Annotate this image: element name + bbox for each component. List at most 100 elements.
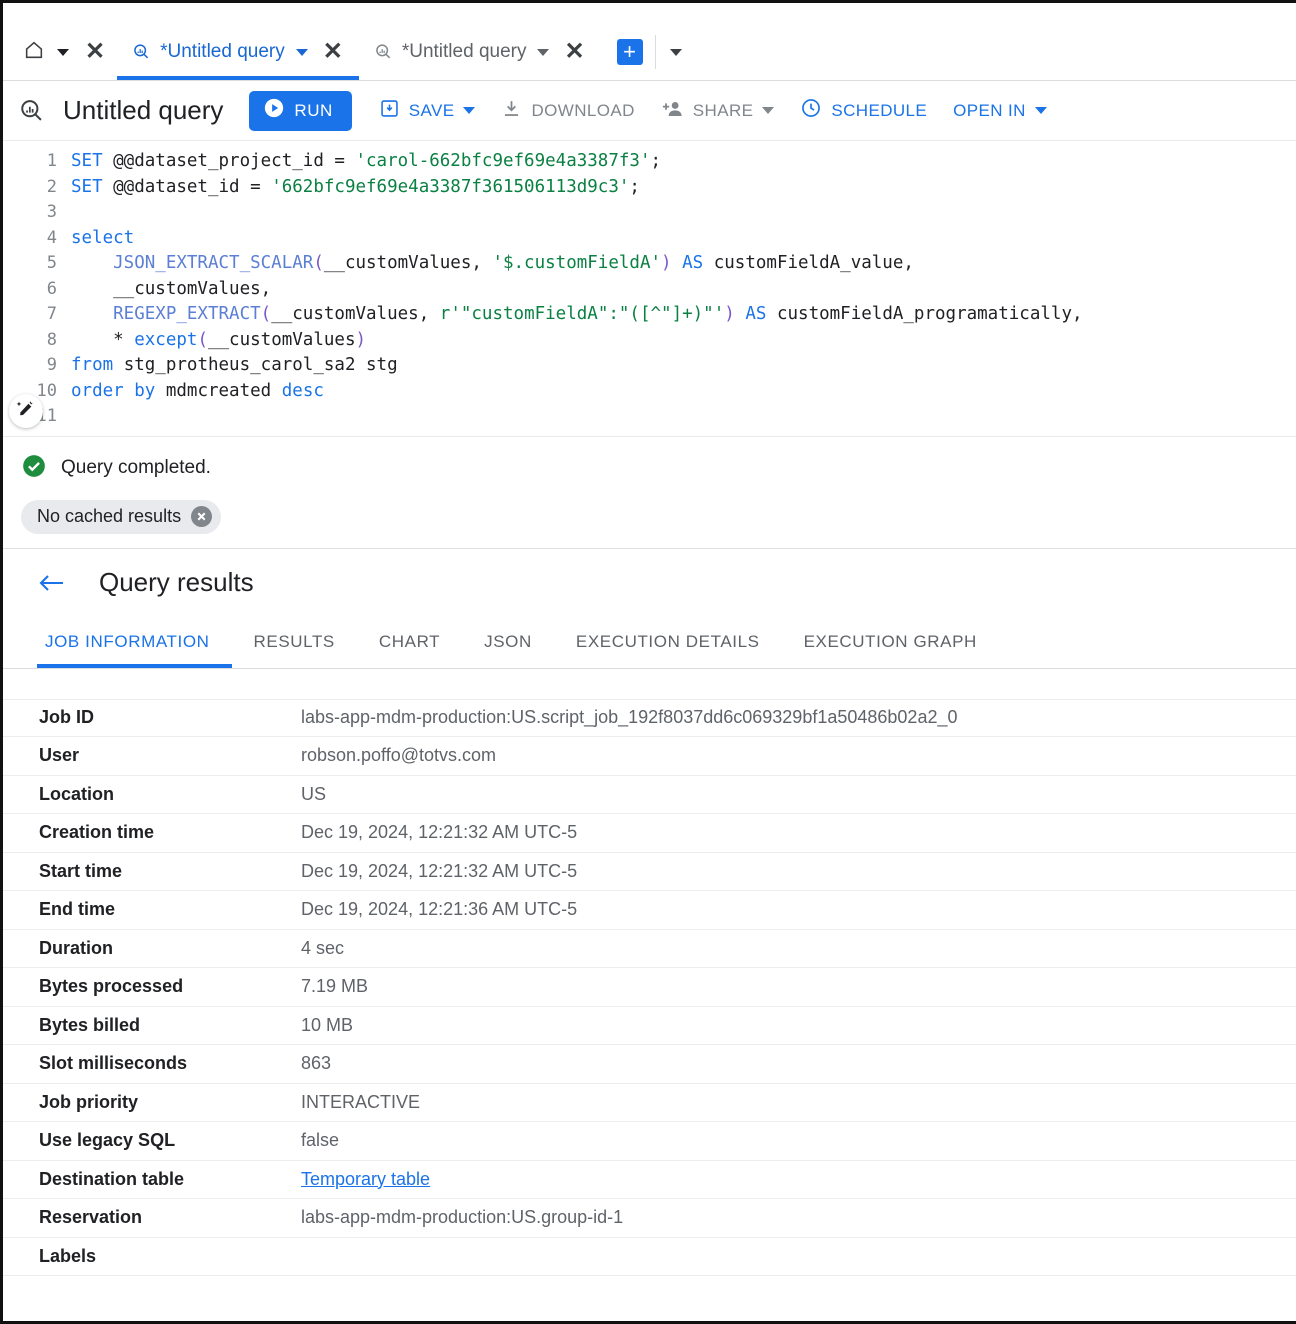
row-key: Duration (39, 937, 113, 958)
code-line: 7 REGEXP_EXTRACT(__customValues, r'"cust… (3, 302, 1296, 328)
home-chevron-down-icon[interactable] (57, 48, 69, 56)
cache-status-chip[interactable]: No cached results (21, 499, 222, 534)
sql-editor[interactable]: 1 SET @@dataset_project_id = 'carol-662b… (3, 141, 1296, 437)
sql-function: REGEXP_EXTRACT (71, 304, 261, 324)
tab-list-chevron-down-icon[interactable] (669, 48, 682, 56)
code-text[interactable]: REGEXP_EXTRACT(__customValues, r'"custom… (71, 302, 1082, 328)
sql-keyword: from (71, 355, 114, 375)
code-text[interactable]: __customValues, (71, 277, 271, 303)
sql-paren: ( (260, 304, 272, 324)
status-message: Query completed. (61, 457, 211, 478)
sql-keyword: AS (734, 304, 777, 324)
save-icon (379, 98, 400, 124)
table-row: Duration 4 sec (3, 930, 1296, 968)
sql-string: '662bfc9ef69e4a3387f361506113d9c3' (271, 176, 630, 197)
query-status-bar: Query completed. No cached results (3, 436, 1296, 549)
tab-execution-details[interactable]: EXECUTION DETAILS (554, 616, 782, 668)
sql-text: stg_protheus_carol_sa2 stg (113, 355, 398, 375)
code-text[interactable]: JSON_EXTRACT_SCALAR(__customValues, '$.c… (71, 251, 914, 277)
code-text[interactable]: SET @@dataset_project_id = 'carol-662bfc… (71, 149, 661, 175)
tab-json[interactable]: JSON (462, 616, 554, 668)
code-line: 3 (3, 200, 1296, 226)
row-value: 10 MB (301, 1014, 354, 1035)
download-icon (501, 98, 522, 124)
open-in-button[interactable]: OPEN IN (940, 91, 1060, 131)
tab-chevron-down-icon[interactable] (537, 48, 550, 56)
table-row: Creation time Dec 19, 2024, 12:21:32 AM U… (3, 814, 1296, 853)
sql-keyword: by (123, 380, 166, 401)
code-line: 4 select (3, 226, 1296, 252)
save-button[interactable]: SAVE (366, 91, 489, 131)
open-in-label: OPEN IN (953, 100, 1026, 120)
row-value: robson.poffo@totvs.com (301, 745, 497, 766)
share-button[interactable]: SHARE (648, 91, 788, 131)
tab-chevron-down-icon[interactable] (295, 48, 308, 56)
code-text[interactable]: * except(__customValues) (71, 328, 366, 354)
close-home-tab-icon[interactable]: ✕ (79, 40, 111, 64)
table-row: Job priority INTERACTIVE (3, 1084, 1296, 1122)
sql-paren: ( (197, 329, 208, 350)
download-button[interactable]: DOWNLOAD (488, 91, 647, 131)
schedule-button[interactable]: SCHEDULE (787, 91, 940, 131)
sql-keyword: select (71, 227, 135, 248)
code-text[interactable]: order by mdmcreated desc (71, 379, 324, 405)
share-person-add-icon (661, 98, 684, 124)
code-text[interactable]: from stg_protheus_carol_sa2 stg (71, 353, 398, 379)
sql-string: '$.customFieldA' (492, 253, 662, 273)
close-tab-icon[interactable]: ✕ (558, 40, 590, 64)
row-key: Bytes processed (39, 976, 184, 997)
row-key: Use legacy SQL (39, 1130, 176, 1151)
table-row: Location US (3, 776, 1296, 814)
code-line: 2 SET @@dataset_id = '662bfc9ef69e4a3387… (3, 175, 1296, 201)
sql-text: __customValues (207, 329, 356, 350)
row-key: Labels (39, 1245, 97, 1266)
chip-label: No cached results (37, 506, 182, 526)
sql-keyword: desc (281, 380, 324, 401)
close-tab-icon[interactable]: ✕ (317, 40, 349, 64)
home-tab[interactable]: ✕ (17, 24, 117, 80)
home-icon[interactable] (23, 39, 45, 66)
row-value: Dec 19, 2024, 12:21:32 AM UTC-5 (301, 860, 578, 881)
sql-text: @@dataset_id = (102, 176, 272, 197)
ai-pencil-icon[interactable] (9, 394, 43, 428)
tab-execution-graph[interactable]: EXECUTION GRAPH (782, 616, 999, 668)
table-row: Bytes processed 7.19 MB (3, 968, 1296, 1007)
new-tab-button[interactable]: + (616, 39, 643, 65)
results-title: Query results (99, 567, 254, 597)
open-in-chevron-down-icon[interactable] (1034, 107, 1047, 114)
back-arrow-icon[interactable] (37, 571, 65, 595)
tab-chart[interactable]: CHART (357, 616, 462, 668)
chip-close-icon[interactable] (191, 506, 213, 527)
table-row: Start time Dec 19, 2024, 12:21:32 AM UTC-… (3, 853, 1296, 891)
tab-untitled-query-1[interactable]: *Untitled query ✕ (117, 24, 359, 80)
tab-untitled-query-2[interactable]: *Untitled query ✕ (359, 24, 601, 80)
bigquery-console: ✕ *Untitled query ✕ *Untitled query ✕ + … (0, 0, 1296, 1324)
row-value: INTERACTIVE (301, 1091, 421, 1112)
table-row: Bytes billed 10 MB (3, 1007, 1296, 1045)
tab-label: JOB INFORMATION (45, 631, 210, 651)
table-row: User robson.poffo@totvs.com (3, 737, 1296, 776)
line-number: 1 (46, 151, 57, 171)
code-text[interactable]: select (71, 226, 134, 252)
sql-keyword: order (71, 380, 124, 401)
run-button[interactable]: RUN (249, 90, 352, 131)
row-value: labs-app-mdm-production:US.script_job_19… (301, 707, 958, 728)
row-value: 863 (301, 1053, 332, 1074)
table-row: Destination table Temporary table (3, 1161, 1296, 1199)
sql-text: ; (650, 151, 662, 171)
download-label: DOWNLOAD (531, 100, 635, 120)
save-chevron-down-icon[interactable] (463, 107, 476, 114)
line-number: 2 (46, 176, 57, 197)
row-value: 4 sec (301, 937, 345, 958)
row-value: Dec 19, 2024, 12:21:36 AM UTC-5 (301, 899, 578, 920)
tab-results[interactable]: RESULTS (232, 616, 357, 668)
tab-job-information[interactable]: JOB INFORMATION (37, 616, 232, 668)
code-text[interactable]: SET @@dataset_id = '662bfc9ef69e4a3387f3… (71, 175, 640, 201)
share-chevron-down-icon[interactable] (762, 107, 775, 114)
run-label: RUN (294, 100, 333, 120)
destination-table-link[interactable]: Temporary table (301, 1169, 430, 1190)
tab-label: CHART (378, 631, 441, 651)
line-number: 3 (46, 202, 57, 222)
table-row: Job ID labs-app-mdm-production:US.script_… (3, 698, 1296, 737)
share-label: SHARE (692, 100, 754, 120)
